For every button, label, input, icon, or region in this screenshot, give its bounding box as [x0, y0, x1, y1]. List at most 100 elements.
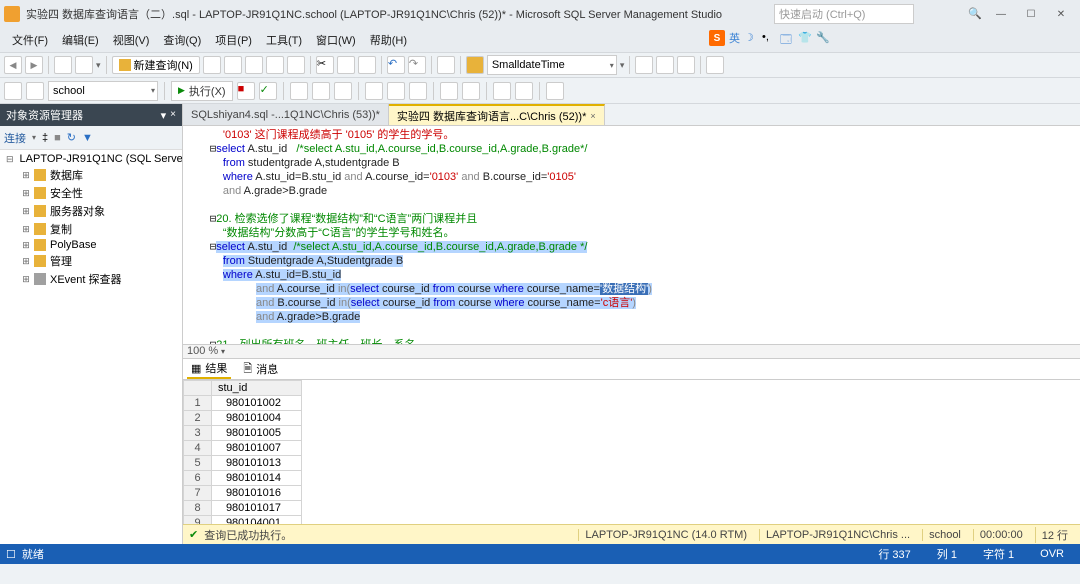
- table-row[interactable]: 7980101016: [184, 486, 302, 501]
- new-connection-icon[interactable]: [54, 56, 72, 74]
- new-query-button[interactable]: 新建查询(N): [112, 56, 200, 74]
- ime-moon-icon[interactable]: ☽: [744, 31, 758, 45]
- menu-tools[interactable]: 工具(T): [260, 30, 308, 50]
- stop-button[interactable]: ■: [237, 82, 255, 100]
- table-row[interactable]: 3980101005: [184, 426, 302, 441]
- messages-tab[interactable]: 🗎消息: [239, 359, 282, 380]
- tree-security[interactable]: ⊞安全性: [2, 184, 180, 202]
- tb2-icon-11[interactable]: [493, 82, 511, 100]
- table-row[interactable]: 1980101002: [184, 396, 302, 411]
- tb2-icon-6[interactable]: [365, 82, 383, 100]
- table-row[interactable]: 2980101004: [184, 411, 302, 426]
- table-row[interactable]: 6980101014: [184, 471, 302, 486]
- menu-view[interactable]: 视图(V): [107, 30, 156, 50]
- tb-icon-4[interactable]: [266, 56, 284, 74]
- connect-label[interactable]: 连接: [4, 130, 26, 146]
- table-row[interactable]: 4980101007: [184, 441, 302, 456]
- tree-polybase[interactable]: ⊞PolyBase: [2, 238, 180, 252]
- minimize-button[interactable]: —: [986, 4, 1016, 24]
- forward-button[interactable]: ▶: [25, 56, 43, 74]
- close-button[interactable]: ✕: [1046, 4, 1076, 24]
- tb2-icon-3[interactable]: [290, 82, 308, 100]
- tb-icon-1[interactable]: [203, 56, 221, 74]
- table-row[interactable]: 9980104001: [184, 516, 302, 525]
- col-stu-id[interactable]: stu_id: [212, 381, 302, 396]
- sogou-icon[interactable]: S: [709, 30, 725, 46]
- tb-icon-3[interactable]: [245, 56, 263, 74]
- ime-clothes-icon[interactable]: 👕: [798, 31, 812, 45]
- ime-lang[interactable]: 英: [729, 30, 740, 46]
- play-icon: ▶: [178, 85, 185, 96]
- sql-editor[interactable]: '0103' 这门课程成绩高于 '0105' 的学生的学号。 ⊟select A…: [183, 126, 1080, 344]
- tb-icon-5[interactable]: [287, 56, 305, 74]
- tb2-icon-8[interactable]: [409, 82, 427, 100]
- oe-stop-icon[interactable]: ■: [54, 132, 61, 144]
- tb2-icon-2[interactable]: [26, 82, 44, 100]
- menu-window[interactable]: 窗口(W): [310, 30, 362, 50]
- search-icon[interactable]: 🔍: [968, 7, 982, 21]
- ime-keyboard-icon[interactable]: 🗔: [780, 31, 794, 45]
- tree-management[interactable]: ⊞管理: [2, 252, 180, 270]
- menu-help[interactable]: 帮助(H): [364, 30, 413, 50]
- object-combo[interactable]: SmalldateTime: [487, 55, 617, 75]
- tab-sqlshiyan4[interactable]: SQLshiyan4.sql -...1Q1NC\Chris (53))*: [183, 104, 389, 125]
- tb2-icon-5[interactable]: [334, 82, 352, 100]
- tree-replication[interactable]: ⊞复制: [2, 220, 180, 238]
- tb-icon-8[interactable]: [635, 56, 653, 74]
- oe-filter-icon[interactable]: ‡: [42, 132, 48, 144]
- oe-filter2-icon[interactable]: ▼: [82, 132, 93, 144]
- cell-stu-id: 980101017: [212, 501, 302, 516]
- query-status-bar: ✔ 查询已成功执行。 LAPTOP-JR91Q1NC (14.0 RTM) LA…: [183, 524, 1080, 544]
- folder-icon: [34, 223, 46, 235]
- database-selector[interactable]: school: [48, 81, 158, 101]
- tree-server-root[interactable]: ⊟LAPTOP-JR91Q1NC (SQL Server 14.0: [2, 152, 180, 166]
- tb2-icon-12[interactable]: [515, 82, 533, 100]
- tb-icon-7[interactable]: [466, 56, 484, 74]
- tb-icon-9[interactable]: [656, 56, 674, 74]
- tb2-icon-9[interactable]: [440, 82, 458, 100]
- copy-icon[interactable]: [337, 56, 355, 74]
- zoom-level[interactable]: 100 %: [187, 345, 218, 357]
- redo-icon[interactable]: ↷: [408, 56, 426, 74]
- maximize-button[interactable]: ☐: [1016, 4, 1046, 24]
- tab-experiment4[interactable]: 实验四 数据库查询语言...C\Chris (52))*×: [389, 104, 605, 125]
- tb2-icon-1[interactable]: [4, 82, 22, 100]
- tb-icon-11[interactable]: [706, 56, 724, 74]
- results-tab[interactable]: ▦结果: [187, 359, 231, 379]
- table-row[interactable]: 5980101013: [184, 456, 302, 471]
- tree-databases[interactable]: ⊞数据库: [2, 166, 180, 184]
- tb-icon-10[interactable]: [677, 56, 695, 74]
- tb-icon-2[interactable]: [224, 56, 242, 74]
- tb2-icon-4[interactable]: [312, 82, 330, 100]
- tb2-icon-10[interactable]: [462, 82, 480, 100]
- results-grid[interactable]: stu_id 198010100229801010043980101005498…: [183, 380, 1080, 524]
- menu-project[interactable]: 项目(P): [209, 30, 258, 50]
- row-number: 5: [184, 456, 212, 471]
- object-explorer-toolbar: 连接▾ ‡ ■ ↻ ▼: [0, 126, 182, 150]
- new-file-icon[interactable]: [75, 56, 93, 74]
- tree-server-objects[interactable]: ⊞服务器对象: [2, 202, 180, 220]
- cut-icon[interactable]: ✂: [316, 56, 334, 74]
- panel-close-icon[interactable]: ×: [170, 109, 176, 122]
- menu-query[interactable]: 查询(Q): [157, 30, 207, 50]
- tb2-icon-13[interactable]: [546, 82, 564, 100]
- parse-button[interactable]: ✓: [259, 82, 277, 100]
- oe-refresh-icon[interactable]: ↻: [67, 131, 76, 144]
- back-button[interactable]: ◀: [4, 56, 22, 74]
- pin-icon[interactable]: ▾: [161, 109, 167, 122]
- tab-close-icon[interactable]: ×: [590, 111, 595, 121]
- tb-icon-6[interactable]: [437, 56, 455, 74]
- ime-wrench-icon[interactable]: 🔧: [816, 31, 830, 45]
- table-row[interactable]: 8980101017: [184, 501, 302, 516]
- ime-dot-icon[interactable]: •,: [762, 31, 776, 45]
- zoom-bar: 100 % ▾: [183, 344, 1080, 358]
- tree-xevent[interactable]: ⊞XEvent 探查器: [2, 270, 180, 288]
- menu-edit[interactable]: 编辑(E): [56, 30, 105, 50]
- undo-icon[interactable]: ↶: [387, 56, 405, 74]
- paste-icon[interactable]: [358, 56, 376, 74]
- tb2-icon-7[interactable]: [387, 82, 405, 100]
- object-tree[interactable]: ⊟LAPTOP-JR91Q1NC (SQL Server 14.0 ⊞数据库 ⊞…: [0, 150, 182, 544]
- menu-file[interactable]: 文件(F): [6, 30, 54, 50]
- execute-button[interactable]: ▶执行(X): [171, 81, 233, 101]
- quick-launch-input[interactable]: 快速启动 (Ctrl+Q): [774, 4, 914, 24]
